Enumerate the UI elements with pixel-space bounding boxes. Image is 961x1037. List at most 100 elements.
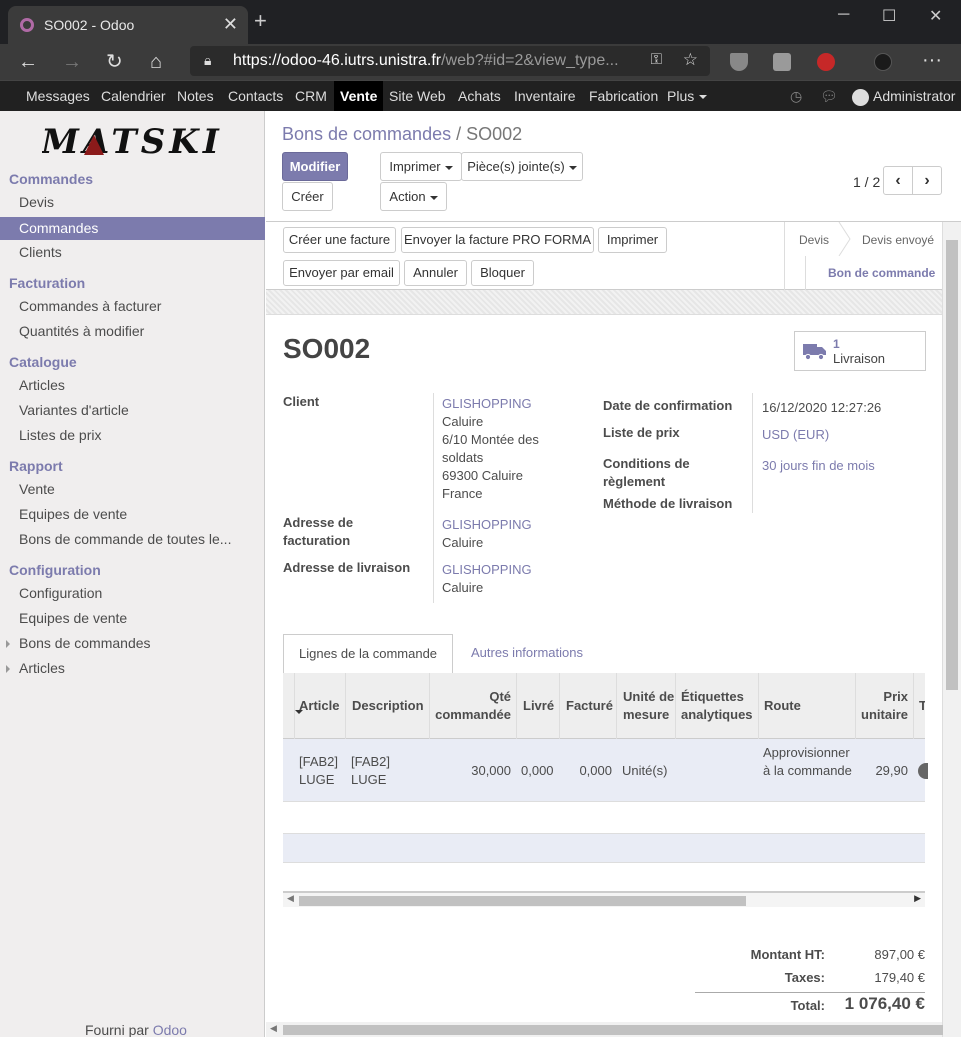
print-dropdown[interactable]: Imprimer — [380, 152, 462, 181]
address-bar[interactable]: 🔒︎ https://odoo-46.iutrs.unistra.fr/web?… — [190, 46, 710, 76]
menu-plus[interactable]: Plus — [661, 81, 713, 111]
browser-tab[interactable]: SO002 - Odoo ✕ — [8, 6, 248, 44]
col-taxes[interactable]: T — [914, 673, 925, 739]
action-dropdown[interactable]: Action — [380, 182, 447, 211]
forward-icon[interactable]: → — [62, 50, 82, 74]
chat-icon[interactable]: 💬︎ — [820, 88, 838, 105]
minimize-icon[interactable]: ─ — [838, 6, 849, 24]
pager-previous-button[interactable]: ‹ — [883, 166, 913, 195]
new-tab-icon[interactable]: + — [254, 10, 267, 32]
sidebar-item-commandes-a-facturer[interactable]: Commandes à facturer — [0, 295, 265, 318]
lock-order-button[interactable]: Bloquer — [471, 260, 534, 286]
back-icon[interactable]: ← — [18, 50, 38, 74]
sidebar-item-equipes-de-vente[interactable]: Equipes de vente — [0, 503, 265, 526]
home-icon[interactable]: ⌂ — [150, 50, 162, 74]
page-vertical-scrollbar[interactable] — [942, 222, 961, 1037]
odoo-link[interactable]: Odoo — [153, 1022, 187, 1037]
reload-icon[interactable]: ↻ — [106, 50, 123, 74]
stage-devis[interactable]: Devis — [799, 233, 829, 247]
extension-icon[interactable] — [773, 53, 791, 71]
window-close-icon[interactable]: ✕ — [929, 6, 942, 26]
delivery-address-link[interactable]: GLISHOPPING — [442, 561, 532, 579]
close-tab-icon[interactable]: ✕ — [223, 14, 238, 35]
col-article[interactable]: Article — [295, 673, 346, 739]
sidebar-item-articles[interactable]: Articles — [0, 374, 265, 397]
tab-order-lines[interactable]: Lignes de la commande — [283, 634, 454, 674]
untaxed-label: Montant HT: — [750, 947, 825, 962]
menu-messages[interactable]: Messages — [20, 81, 96, 111]
sidebar-item-listes-de-prix[interactable]: Listes de prix — [0, 424, 265, 447]
col-unit-price[interactable]: Prix unitaire — [856, 673, 914, 739]
attachments-dropdown[interactable]: Pièce(s) jointe(s) — [461, 152, 583, 181]
menu-achats[interactable]: Achats — [452, 81, 507, 111]
table-row[interactable]: [FAB2] LUGE [FAB2] LUGE 30,000 0,000 0,0… — [283, 739, 928, 802]
menu-inventaire[interactable]: Inventaire — [508, 81, 581, 111]
taxes-value: 179,40 € — [874, 970, 925, 985]
pager-next-button[interactable]: › — [912, 166, 942, 195]
page-horizontal-scrollbar[interactable]: ◀ — [266, 1022, 943, 1037]
edit-button[interactable]: Modifier — [282, 152, 348, 181]
tab-other-info[interactable]: Autres informations — [456, 634, 598, 674]
pager-value[interactable]: 1 / 2 — [853, 174, 880, 190]
table-horizontal-scrollbar[interactable]: ◀ ▶ — [283, 891, 925, 907]
menu-contacts[interactable]: Contacts — [222, 81, 289, 111]
delivery-smart-button[interactable]: 1 Livraison — [794, 331, 926, 371]
scroll-right-icon[interactable]: ▶ — [914, 893, 921, 904]
user-menu[interactable]: Administrator — [852, 81, 955, 111]
maximize-icon[interactable]: ☐ — [882, 6, 896, 26]
stage-bon-de-commande: Bon de commande — [828, 266, 936, 280]
payment-terms-link[interactable]: 30 jours fin de mois — [762, 457, 875, 475]
col-analytic-tags[interactable]: Étiquettes analytiques — [676, 673, 759, 739]
sidebar-item-vente[interactable]: Vente — [0, 478, 265, 501]
sidebar-item-config-articles[interactable]: Articles — [0, 657, 265, 680]
menu-site-web[interactable]: Site Web — [383, 81, 452, 111]
create-button[interactable]: Créer — [282, 182, 333, 211]
breadcrumb-parent[interactable]: Bons de commandes — [282, 124, 451, 144]
scroll-left-icon[interactable]: ◀ — [270, 1023, 277, 1034]
col-description[interactable]: Description — [346, 673, 430, 739]
invoice-address-link[interactable]: GLISHOPPING — [442, 516, 532, 534]
menu-crm[interactable]: CRM — [289, 81, 333, 111]
sidebar-item-devis[interactable]: Devis — [0, 191, 265, 214]
sidebar-item-config-bons[interactable]: Bons de commandes — [0, 632, 265, 655]
scroll-left-icon[interactable]: ◀ — [287, 893, 294, 904]
menu-vente[interactable]: Vente — [334, 81, 384, 111]
client-link[interactable]: GLISHOPPING — [442, 395, 582, 413]
sidebar-section-rapport: Rapport — [9, 458, 63, 474]
invoice-address-label: Adresse de facturation — [283, 515, 354, 548]
send-proforma-button[interactable]: Envoyer la facture PRO FORMA — [401, 227, 594, 253]
sidebar-item-quantites-a-modifier[interactable]: Quantités à modifier — [0, 320, 265, 343]
send-email-button[interactable]: Envoyer par email — [283, 260, 400, 286]
menu-calendrier[interactable]: Calendrier — [95, 81, 172, 111]
col-route[interactable]: Route — [759, 673, 856, 739]
bookmark-star-icon[interactable]: ☆ — [683, 50, 698, 70]
sidebar-item-commandes[interactable]: Commandes — [0, 217, 265, 240]
invoice-address-value: GLISHOPPING Caluire — [442, 516, 532, 550]
ublock-extension-icon[interactable] — [817, 53, 835, 71]
col-uom[interactable]: Unité de mesure — [617, 673, 676, 739]
cancel-order-button[interactable]: Annuler — [404, 260, 467, 286]
col-invoiced[interactable]: Facturé — [560, 673, 617, 739]
delivery-address-value: GLISHOPPING Caluire — [442, 561, 532, 595]
sidebar-section-configuration: Configuration — [9, 562, 101, 578]
more-menu-icon[interactable]: ··· — [922, 48, 942, 72]
key-icon[interactable]: ⚿ — [651, 51, 662, 68]
col-delivered[interactable]: Livré — [517, 673, 560, 739]
shield-extension-icon[interactable] — [730, 53, 748, 71]
stage-devis-envoye[interactable]: Devis envoyé — [862, 233, 934, 247]
pricelist-link[interactable]: USD (EUR) — [762, 426, 829, 444]
col-qty[interactable]: Qté commandée — [430, 673, 517, 739]
profile-icon[interactable] — [874, 53, 892, 71]
sidebar-item-variantes[interactable]: Variantes d'article — [0, 399, 265, 422]
sidebar-item-clients[interactable]: Clients — [0, 241, 265, 264]
menu-fabrication[interactable]: Fabrication — [583, 81, 664, 111]
activity-clock-icon[interactable]: ◷ — [790, 88, 802, 105]
menu-notes[interactable]: Notes — [171, 81, 220, 111]
sidebar-item-configuration[interactable]: Configuration — [0, 582, 265, 605]
taxes-label: Taxes: — [784, 970, 825, 985]
sidebar-item-config-equipes[interactable]: Equipes de vente — [0, 607, 265, 630]
create-invoice-button[interactable]: Créer une facture — [283, 227, 396, 253]
sidebar-item-bons-toutes[interactable]: Bons de commande de toutes le... — [0, 528, 265, 551]
print-order-button[interactable]: Imprimer — [598, 227, 667, 253]
chevron-down-icon — [699, 95, 708, 100]
